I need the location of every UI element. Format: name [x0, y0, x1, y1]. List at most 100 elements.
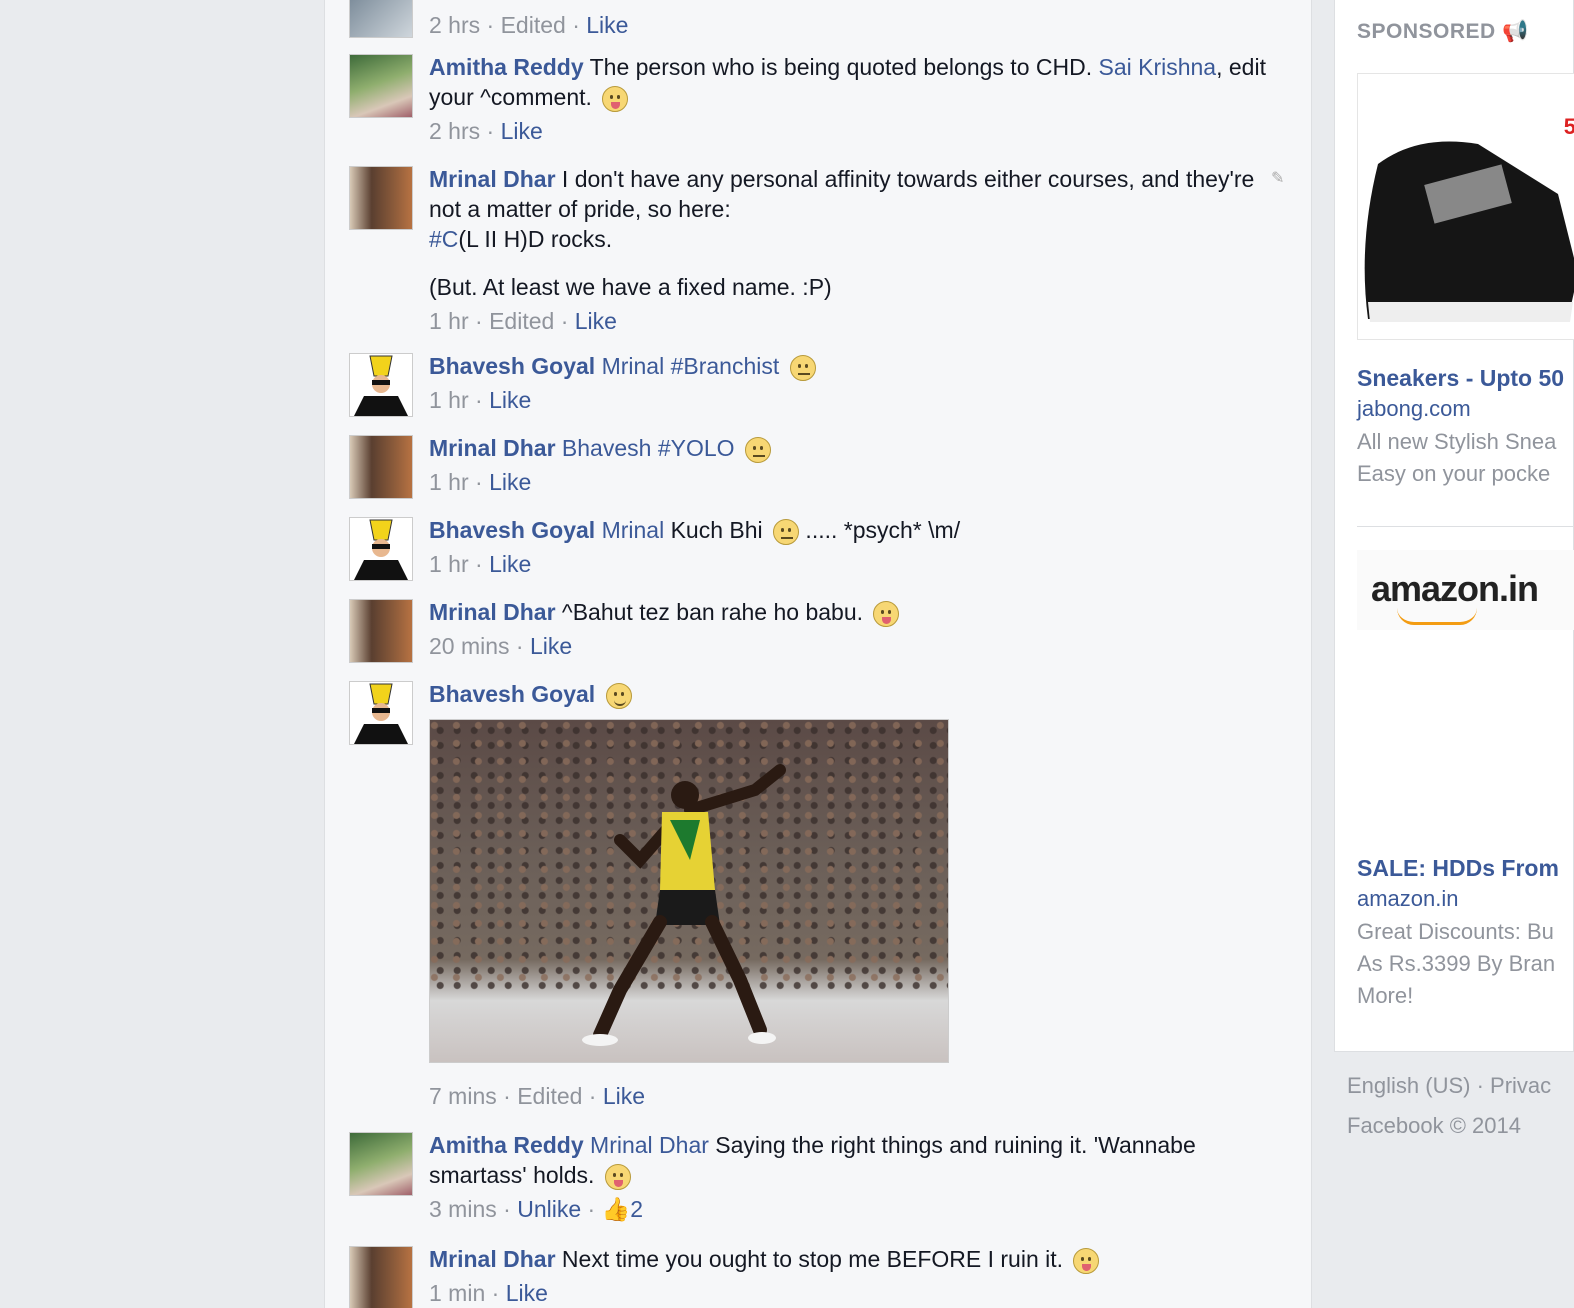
- tongue-emoji-icon: [1073, 1247, 1100, 1274]
- avatar[interactable]: [349, 1132, 413, 1196]
- comment-meta: 20 mins · Like: [429, 631, 1269, 661]
- comment-body: (But. At least we have a fixed name. :P): [429, 274, 832, 300]
- like-link[interactable]: Like: [586, 12, 628, 38]
- timestamp[interactable]: 1 hr: [429, 308, 469, 334]
- comment-meta: 7 mins · Edited · Like: [429, 1081, 1269, 1111]
- left-gutter: [0, 0, 324, 1308]
- author-name[interactable]: Mrinal Dhar: [429, 1246, 556, 1272]
- author-name[interactable]: Amitha Reddy: [429, 54, 584, 80]
- separator: ·: [554, 308, 575, 334]
- separator: ·: [468, 551, 490, 577]
- timestamp[interactable]: 1 min: [429, 1280, 485, 1306]
- timestamp[interactable]: 1 hr: [429, 387, 469, 413]
- mention-link[interactable]: Mrinal: [602, 353, 665, 379]
- author-name[interactable]: Bhavesh Goyal: [429, 681, 595, 707]
- comment-feed: 2 hrs · Edited · Like Amitha Reddy The p…: [324, 0, 1312, 1308]
- separator: ·: [581, 1196, 602, 1222]
- megaphone-icon: 📢: [1502, 20, 1529, 43]
- avatar[interactable]: [349, 54, 413, 118]
- separator: ·: [480, 118, 501, 144]
- timestamp[interactable]: 2 hrs: [429, 12, 480, 38]
- timestamp[interactable]: 20 mins: [429, 633, 510, 659]
- hashtag-link[interactable]: #YOLO: [658, 435, 735, 461]
- ad-description-line: Easy on your pocke: [1357, 461, 1551, 486]
- sprinter-figure: [582, 764, 786, 1046]
- smile-emoji-icon: [605, 682, 632, 709]
- avatar[interactable]: [349, 0, 413, 38]
- comment-text: Mrinal Dhar Next time you ought to stop …: [429, 1244, 1269, 1274]
- comment-body: ..... *psych* \m/: [799, 517, 961, 543]
- edited-label[interactable]: Edited: [489, 308, 554, 334]
- timestamp[interactable]: 2 hrs: [429, 118, 480, 144]
- timestamp[interactable]: 1 hr: [429, 469, 469, 495]
- unamused-emoji-icon: [789, 354, 816, 381]
- comment-meta: 2 hrs · Edited · Like: [429, 10, 1269, 40]
- avatar[interactable]: [349, 166, 413, 230]
- amazon-smile-icon: [1397, 608, 1477, 625]
- ad-image-sneaker[interactable]: 5: [1357, 73, 1574, 340]
- tongue-emoji-icon: [873, 600, 900, 627]
- ad-title[interactable]: SALE: HDDs From: [1357, 855, 1559, 882]
- attached-photo[interactable]: [429, 719, 949, 1063]
- like-link[interactable]: Like: [530, 633, 572, 659]
- timestamp[interactable]: 3 mins: [429, 1196, 497, 1222]
- edited-label[interactable]: Edited: [517, 1083, 582, 1109]
- ad-description-line: More!: [1357, 983, 1414, 1008]
- separator: ·: [468, 387, 490, 413]
- author-name[interactable]: Mrinal Dhar: [429, 435, 556, 461]
- mention-link[interactable]: Bhavesh: [562, 435, 652, 461]
- separator: ·: [582, 1083, 603, 1109]
- like-link[interactable]: Like: [489, 469, 531, 495]
- avatar[interactable]: [349, 517, 413, 581]
- mention-link[interactable]: Mrinal Dhar: [590, 1132, 709, 1158]
- author-name[interactable]: Mrinal Dhar: [429, 166, 556, 192]
- sneaker-icon: [1364, 141, 1574, 322]
- comment-body: The person who is being quoted belongs t…: [583, 54, 1099, 80]
- footer-copyright: Facebook © 2014: [1347, 1113, 1521, 1138]
- comment-text: Mrinal Dhar Bhavesh #YOLO: [429, 433, 1269, 463]
- like-link[interactable]: Like: [501, 118, 543, 144]
- timestamp[interactable]: 7 mins: [429, 1083, 497, 1109]
- avatar[interactable]: [349, 353, 413, 417]
- comment-body: (L II H)D rocks.: [458, 226, 613, 252]
- hashtag-link[interactable]: #C: [429, 226, 458, 252]
- active-comment-indicator: [324, 1237, 325, 1308]
- unlike-link[interactable]: Unlike: [517, 1196, 581, 1222]
- avatar[interactable]: [349, 599, 413, 663]
- cartoon-avatar-icon: [354, 355, 408, 416]
- ad-image-amazon[interactable]: amazon.in: [1357, 550, 1574, 630]
- like-link[interactable]: Like: [489, 551, 531, 577]
- comment-body: ^Bahut tez ban rahe ho babu.: [555, 599, 870, 625]
- ad-site[interactable]: jabong.com: [1357, 396, 1471, 422]
- author-name[interactable]: Bhavesh Goyal: [429, 517, 595, 543]
- mention-link[interactable]: Sai Krishna: [1098, 54, 1216, 80]
- comment-text: Bhavesh Goyal Mrinal #Branchist: [429, 351, 1269, 381]
- thumbs-up-icon[interactable]: 👍: [602, 1196, 631, 1222]
- author-name[interactable]: Mrinal Dhar: [429, 599, 556, 625]
- hashtag-link[interactable]: #Branchist: [671, 353, 780, 379]
- sponsored-heading: SPONSORED 📢: [1357, 20, 1529, 43]
- like-link[interactable]: Like: [575, 308, 617, 334]
- pencil-icon[interactable]: ✎: [1271, 168, 1285, 187]
- comment-text: Bhavesh Goyal Mrinal Kuch Bhi ..... *psy…: [429, 515, 1269, 545]
- mention-link[interactable]: Mrinal: [602, 517, 665, 543]
- avatar[interactable]: [349, 1246, 413, 1308]
- comment-meta: 1 hr · Like: [429, 385, 1269, 415]
- author-name[interactable]: Bhavesh Goyal: [429, 353, 595, 379]
- avatar[interactable]: [349, 435, 413, 499]
- author-name[interactable]: Amitha Reddy: [429, 1132, 584, 1158]
- like-count[interactable]: 2: [630, 1196, 643, 1222]
- ad-site[interactable]: amazon.in: [1357, 886, 1459, 912]
- like-link[interactable]: Like: [506, 1280, 548, 1306]
- timestamp[interactable]: 1 hr: [429, 551, 469, 577]
- separator: ·: [565, 12, 587, 38]
- avatar[interactable]: [349, 681, 413, 745]
- comment-meta: 1 min · Like: [429, 1278, 1269, 1308]
- like-link[interactable]: Like: [603, 1083, 645, 1109]
- footer-links[interactable]: English (US) · Privac: [1347, 1073, 1551, 1099]
- like-link[interactable]: Like: [489, 387, 531, 413]
- edited-label[interactable]: Edited: [501, 12, 566, 38]
- cartoon-avatar-icon: [354, 683, 408, 744]
- ad-title[interactable]: Sneakers - Upto 50: [1357, 365, 1564, 392]
- ad-divider: [1357, 526, 1574, 527]
